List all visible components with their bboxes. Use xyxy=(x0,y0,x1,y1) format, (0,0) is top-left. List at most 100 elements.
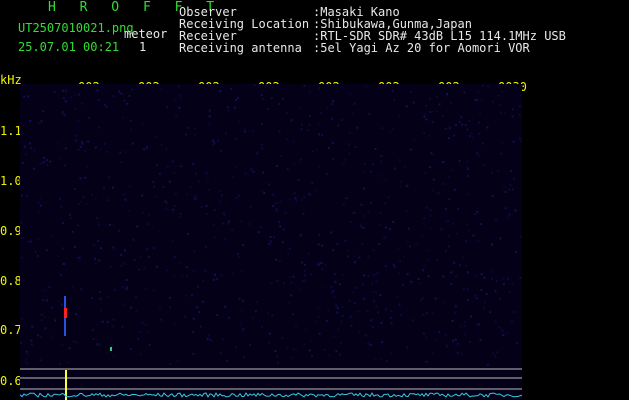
noise-pixel xyxy=(475,274,478,277)
noise-pixel xyxy=(192,317,195,320)
noise-pixel xyxy=(135,296,137,298)
noise-pixel xyxy=(174,193,177,196)
noise-pixel xyxy=(336,311,339,314)
noise-pixel xyxy=(337,328,340,331)
y-tick-label: 0.6 xyxy=(0,374,22,388)
noise-pixel xyxy=(466,160,469,163)
noise-pixel xyxy=(429,214,432,217)
noise-pixel xyxy=(121,325,124,328)
noise-pixel xyxy=(281,336,284,339)
noise-pixel xyxy=(38,122,41,125)
noise-pixel xyxy=(398,114,401,117)
noise-pixel xyxy=(312,150,314,153)
noise-pixel xyxy=(100,298,103,301)
noise-pixel xyxy=(469,135,471,138)
noise-pixel xyxy=(78,256,81,259)
noise-pixel xyxy=(268,341,271,344)
noise-pixel xyxy=(146,248,149,251)
noise-pixel xyxy=(491,243,493,246)
noise-pixel xyxy=(261,325,264,328)
noise-pixel xyxy=(233,106,236,109)
noise-pixel xyxy=(140,255,142,258)
noise-pixel xyxy=(421,234,423,237)
noise-pixel xyxy=(147,223,150,226)
noise-pixel xyxy=(462,256,465,259)
noise-pixel xyxy=(101,320,104,323)
noise-pixel xyxy=(217,139,220,142)
noise-pixel xyxy=(137,337,140,340)
noise-pixel xyxy=(75,341,78,344)
noise-pixel xyxy=(31,343,33,346)
noise-pixel xyxy=(219,352,222,355)
noise-pixel xyxy=(254,310,257,313)
noise-pixel xyxy=(118,90,121,93)
noise-pixel xyxy=(270,282,273,285)
noise-pixel xyxy=(73,188,76,190)
noise-pixel xyxy=(272,205,275,207)
noise-pixel xyxy=(409,148,412,151)
noise-pixel xyxy=(458,121,461,124)
noise-pixel xyxy=(290,294,293,297)
noise-pixel xyxy=(205,172,208,175)
noise-pixel xyxy=(467,175,470,177)
noise-pixel xyxy=(500,152,503,155)
noise-pixel xyxy=(367,255,370,258)
noise-pixel xyxy=(152,180,155,183)
noise-pixel xyxy=(31,325,34,328)
noise-pixel xyxy=(392,221,395,223)
noise-pixel xyxy=(390,310,393,313)
noise-pixel xyxy=(406,210,409,213)
noise-pixel xyxy=(148,255,150,258)
noise-pixel xyxy=(144,287,147,290)
noise-pixel xyxy=(457,207,460,210)
noise-pixel xyxy=(74,94,77,97)
noise-pixel xyxy=(262,171,265,174)
noise-pixel xyxy=(252,170,255,173)
noise-pixel xyxy=(344,158,347,161)
noise-pixel xyxy=(371,163,374,166)
noise-pixel xyxy=(267,312,269,315)
noise-pixel xyxy=(141,122,144,125)
noise-pixel xyxy=(238,120,241,123)
noise-pixel xyxy=(489,311,492,314)
noise-pixel xyxy=(186,126,189,129)
noise-pixel xyxy=(113,289,116,291)
noise-pixel xyxy=(360,203,363,206)
noise-pixel xyxy=(496,351,499,354)
noise-pixel xyxy=(486,126,489,129)
noise-pixel xyxy=(390,322,393,325)
noise-pixel xyxy=(141,321,144,324)
noise-pixel xyxy=(222,338,224,341)
noise-pixel xyxy=(422,269,425,272)
noise-pixel xyxy=(429,209,432,211)
noise-pixel xyxy=(242,244,245,247)
noise-pixel xyxy=(96,217,99,220)
noise-pixel xyxy=(432,178,435,181)
noise-pixel xyxy=(429,166,432,169)
noise-pixel xyxy=(125,288,128,291)
noise-pixel xyxy=(77,119,79,122)
noise-pixel xyxy=(74,107,77,110)
noise-pixel xyxy=(273,236,275,239)
noise-pixel xyxy=(81,142,84,145)
noise-pixel xyxy=(341,119,344,122)
noise-pixel xyxy=(376,311,379,314)
noise-pixel xyxy=(54,319,57,322)
noise-pixel xyxy=(280,155,282,157)
noise-pixel xyxy=(361,242,364,245)
noise-pixel xyxy=(237,194,240,197)
noise-pixel xyxy=(514,250,517,253)
noise-pixel xyxy=(64,100,67,103)
noise-pixel xyxy=(21,161,24,164)
noise-pixel xyxy=(189,186,192,189)
noise-pixel xyxy=(286,347,289,350)
noise-pixel xyxy=(250,168,253,171)
noise-pixel xyxy=(519,94,522,97)
noise-pixel xyxy=(342,273,345,276)
noise-pixel xyxy=(204,269,207,272)
noise-pixel xyxy=(348,143,351,146)
noise-pixel xyxy=(494,219,497,221)
noise-pixel xyxy=(123,99,126,102)
noise-pixel xyxy=(518,114,521,116)
noise-pixel xyxy=(129,119,132,122)
